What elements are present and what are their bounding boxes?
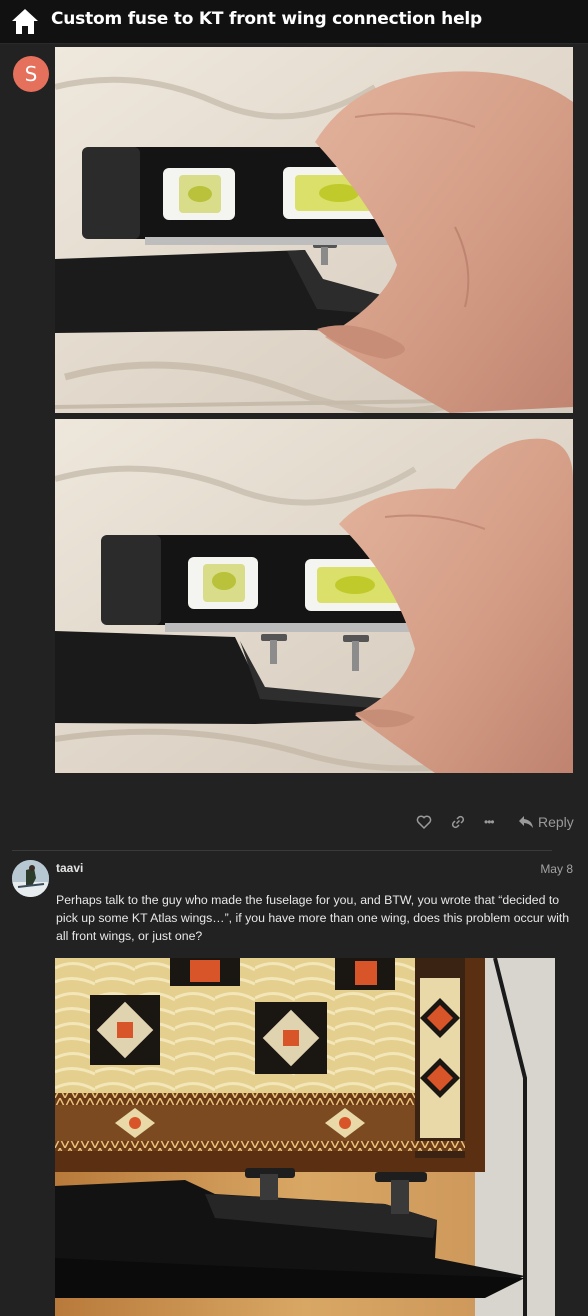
more-icon: ••• (484, 815, 495, 829)
username[interactable]: taavi (56, 861, 83, 875)
like-button[interactable] (416, 808, 432, 836)
more-actions-button[interactable]: ••• (484, 808, 495, 836)
photo-level-on-fuselage-2[interactable] (55, 419, 573, 773)
post-actions: ••• Reply (410, 808, 580, 836)
copy-link-button[interactable] (450, 808, 466, 836)
avatar[interactable] (12, 860, 49, 897)
avatar-initial: S (24, 62, 38, 86)
home-icon[interactable] (10, 6, 40, 36)
photo-mast-on-inlaid-box[interactable] (55, 958, 555, 1316)
post-divider (12, 850, 552, 851)
post-body: Perhaps talk to the guy who made the fus… (56, 893, 570, 943)
topic-title[interactable]: Custom fuse to KT front wing connection … (51, 9, 482, 29)
reply-label: Reply (538, 814, 574, 830)
heart-icon (416, 815, 432, 830)
link-icon (451, 815, 465, 829)
reply-button[interactable]: Reply (518, 808, 574, 836)
post-date[interactable]: May 8 (480, 862, 573, 876)
topic-header: Custom fuse to KT front wing connection … (0, 0, 588, 44)
reply-icon (519, 816, 533, 828)
avatar[interactable]: S (13, 56, 49, 92)
photo-level-on-fuselage-1[interactable] (55, 47, 573, 413)
